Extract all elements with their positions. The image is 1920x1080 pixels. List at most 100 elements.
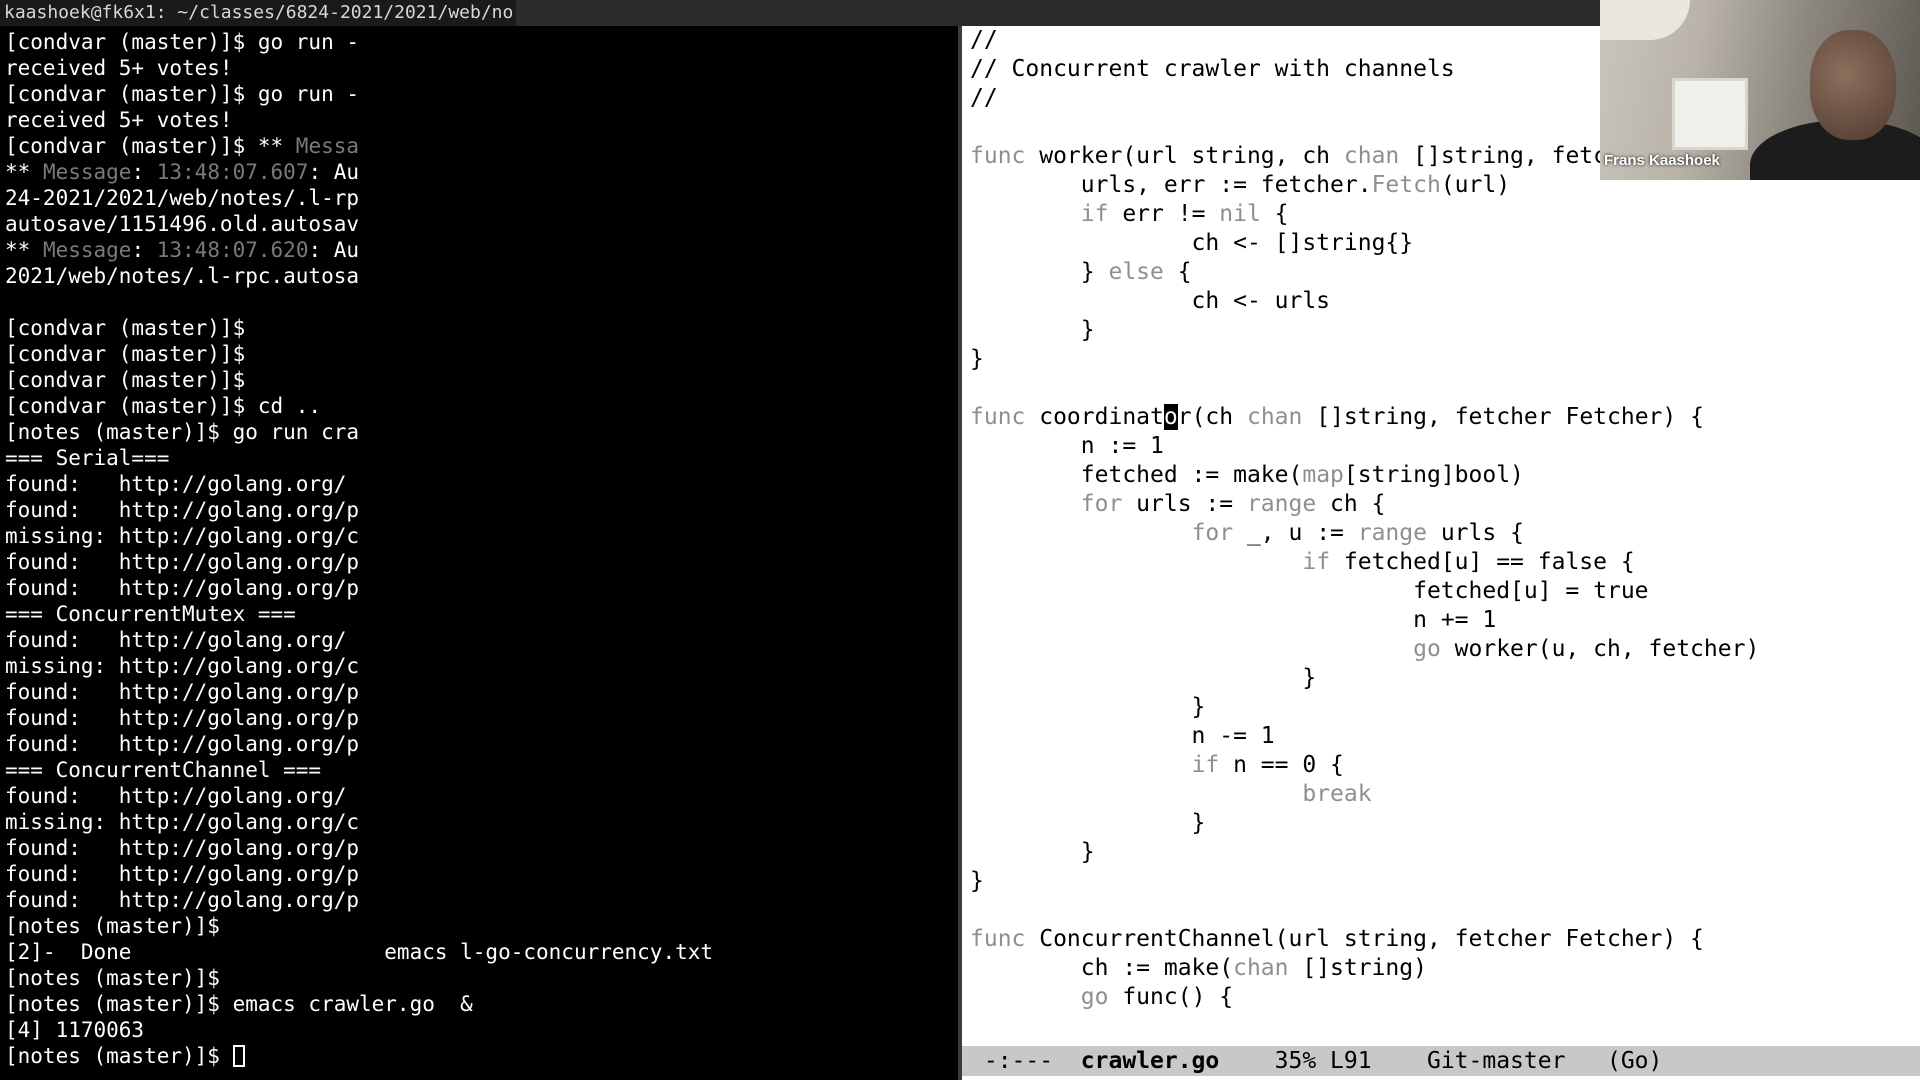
text-segment: missing: http://golang.org/c xyxy=(5,524,360,548)
terminal-line: found: http://golang.org/p xyxy=(5,497,958,523)
text-segment xyxy=(970,549,1302,575)
text-segment: Message xyxy=(42,160,132,184)
code-line: if fetched[u] == false { xyxy=(970,548,1910,577)
text-segment: 24-2021/2021/web/notes/.l-rp xyxy=(5,186,360,210)
code-line: func coordinator(ch chan []string, fetch… xyxy=(970,403,1910,432)
text-segment: [condvar (master)]$ cd .. xyxy=(5,394,322,418)
code-line: fetched[u] = true xyxy=(970,577,1910,606)
terminal-line: [condvar (master)]$ xyxy=(5,315,958,341)
terminal-line: found: http://golang.org/p xyxy=(5,835,958,861)
terminal-line: 24-2021/2021/web/notes/.l-rp xyxy=(5,185,958,211)
terminal-line: found: http://golang.org/p xyxy=(5,887,958,913)
terminal-line: [4] 1170063 xyxy=(5,1017,958,1043)
text-segment: } xyxy=(970,346,984,372)
text-segment: 13:48:07.607 xyxy=(156,160,309,184)
text-segment: } xyxy=(970,839,1095,865)
text-segment: _, u := xyxy=(1233,520,1358,546)
text-segment: === ConcurrentChannel === xyxy=(5,758,322,782)
emacs-window[interactable]: // // Concurrent crawler with channels // f… xyxy=(962,26,1920,1080)
text-segment: found: http://golang.org/ xyxy=(5,628,347,652)
terminal-line: [notes (master)]$ emacs crawler.go & xyxy=(5,991,958,1017)
text-segment: [notes (master)]$ emacs crawler.go & xyxy=(5,992,473,1016)
text-segment: fetched := make( xyxy=(970,462,1303,488)
text-segment: received 5+ votes! xyxy=(5,108,233,132)
text-segment: found: http://golang.org/p xyxy=(5,836,360,860)
text-segment: go xyxy=(1413,636,1441,662)
text-segment: found: http://golang.org/ xyxy=(5,784,347,808)
code-line: } xyxy=(970,693,1910,722)
text-segment: if xyxy=(1191,752,1220,778)
terminal-line: found: http://golang.org/p xyxy=(5,549,958,575)
text-segment: ConcurrentChannel(url string, fetcher Fe… xyxy=(1025,926,1704,952)
terminal-title: kaashoek@fk6x1: ~/classes/6824-2021/2021… xyxy=(0,0,516,26)
text-segment xyxy=(970,752,1192,778)
terminal-line: found: http://golang.org/p xyxy=(5,575,958,601)
text-segment: []string) xyxy=(1288,955,1427,981)
text-segment xyxy=(970,984,1081,1010)
terminal-output[interactable]: [condvar (master)]$ go run - received 5+ … xyxy=(0,26,958,1080)
person-head xyxy=(1810,30,1896,140)
terminal-line: [notes (master)]$ xyxy=(5,913,958,939)
text-segment: [notes (master)]$ go run cra xyxy=(5,420,360,444)
text-segment: n -= 1 xyxy=(970,723,1275,749)
terminal-line: missing: http://golang.org/c xyxy=(5,653,958,679)
terminal-line: found: http://golang.org/p xyxy=(5,861,958,887)
text-segment: chan xyxy=(1343,143,1400,169)
terminal-line: [notes (master)]$ xyxy=(5,1043,958,1069)
code-line: ch <- []string{} xyxy=(970,229,1910,258)
text-segment: else xyxy=(1108,259,1164,285)
text-segment: []string, fetcher Fetcher) { xyxy=(1302,404,1704,430)
code-line: if err != nil { xyxy=(970,200,1910,229)
text-segment: urls := xyxy=(1122,491,1247,517)
text-segment: fetched[u] == false { xyxy=(1330,549,1635,575)
text-segment: === Serial=== xyxy=(5,446,170,470)
text-segment: worker(u, ch, fetcher) xyxy=(1440,636,1760,662)
text-segment: Messa xyxy=(295,134,360,158)
terminal-cursor xyxy=(232,1045,245,1067)
text-segment: urls, err := fetcher. xyxy=(970,172,1372,198)
text-segment: ch := make( xyxy=(970,955,1234,981)
terminal-line: found: http://golang.org/p xyxy=(5,705,958,731)
text-segment: autosave/1151496.old.autosav xyxy=(5,212,360,236)
text-segment: found: http://golang.org/p xyxy=(5,576,360,600)
text-segment: : Au xyxy=(308,238,360,262)
terminal-line: === ConcurrentChannel === xyxy=(5,757,958,783)
text-segment xyxy=(970,520,1192,546)
code-line: if n == 0 { xyxy=(970,751,1910,780)
terminal-line: autosave/1151496.old.autosav xyxy=(5,211,958,237)
text-segment: 2021/web/notes/.l-rpc.autosa xyxy=(5,264,360,288)
text-segment: coordinat xyxy=(1025,404,1164,430)
terminal-line: [condvar (master)]$ ** Messa xyxy=(5,133,958,159)
code-line: } xyxy=(970,345,1910,374)
terminal-line: found: http://golang.org/ xyxy=(5,471,958,497)
code-line: n += 1 xyxy=(970,606,1910,635)
text-segment: : xyxy=(131,238,157,262)
text-segment: r(ch xyxy=(1177,404,1247,430)
text-segment: for xyxy=(1191,520,1234,546)
text-segment: ** xyxy=(5,238,43,262)
webcam-video: Frans Kaashoek xyxy=(1600,0,1920,180)
text-segment: func xyxy=(970,143,1026,169)
text-segment: chan xyxy=(1233,955,1289,981)
code-line: } xyxy=(970,664,1910,693)
text-segment: Fetch xyxy=(1371,172,1441,198)
text-segment: [2]- Done emacs l-go-concurrency.txt xyxy=(5,940,714,964)
code-line: func ConcurrentChannel(url string, fetch… xyxy=(970,925,1910,954)
text-segment: } xyxy=(970,259,1109,285)
text-segment: [condvar (master)]$ xyxy=(5,316,246,340)
text-segment: [4] 1170063 xyxy=(5,1018,145,1042)
modeline-status: -:--- xyxy=(970,1048,1081,1074)
terminal-line: [condvar (master)]$ xyxy=(5,367,958,393)
text-segment: ch <- []string{} xyxy=(970,230,1414,256)
text-segment: func xyxy=(970,404,1026,430)
terminal-line: ** Message: 13:48:07.607: Au xyxy=(5,159,958,185)
text-segment: urls { xyxy=(1426,520,1524,546)
code-line: ch := make(chan []string) xyxy=(970,954,1910,983)
terminal-line: [notes (master)]$ xyxy=(5,965,958,991)
text-segment: { xyxy=(1260,201,1289,227)
text-segment: [condvar (master)]$ go run - xyxy=(5,30,360,54)
code-line: for _, u := range urls { xyxy=(970,519,1910,548)
code-line: } xyxy=(970,838,1910,867)
